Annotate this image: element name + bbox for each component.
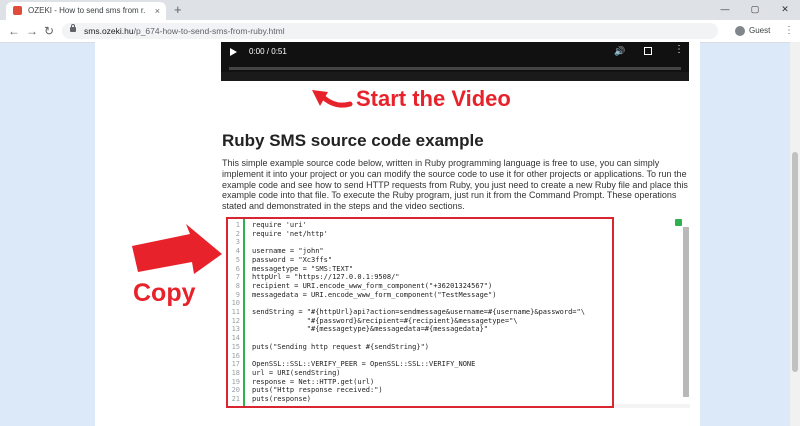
code-panel-edge <box>614 404 690 408</box>
code-line: httpUrl = "https://127.0.0.1:9508/" <box>252 273 400 282</box>
volume-icon[interactable]: 🔊 <box>614 46 625 57</box>
forward-button[interactable]: → <box>26 23 38 39</box>
browser-tab[interactable]: OZEKI - How to send sms from r... × <box>6 2 166 20</box>
code-line: username = "john" <box>252 247 324 256</box>
avatar-icon <box>735 26 745 36</box>
line-number: 13 <box>231 325 240 334</box>
address-bar[interactable]: sms.ozeki.hu/p_674-how-to-send-sms-from-… <box>62 23 718 39</box>
tab-close-icon[interactable]: × <box>155 2 160 20</box>
video-frame <box>221 72 689 81</box>
line-number: 8 <box>235 281 240 290</box>
video-player[interactable]: 0:00 / 0:51 🔊 ⋮ <box>221 42 689 81</box>
copy-arrow-icon <box>132 224 222 274</box>
code-line: require 'net/http' <box>252 229 328 238</box>
code-line: OpenSSL::SSL::VERIFY_PEER = OpenSSL::SSL… <box>252 360 476 369</box>
code-line: password = "Xc3ffs" <box>252 255 333 264</box>
code-line: puts("Http response received:") <box>252 386 383 395</box>
code-line: puts(response) <box>252 395 312 403</box>
play-icon[interactable] <box>230 48 237 56</box>
close-window-button[interactable]: ✕ <box>770 0 800 18</box>
page-scrollbar[interactable] <box>790 42 800 426</box>
line-number: 3 <box>235 238 240 247</box>
lock-icon <box>70 24 76 32</box>
start-video-arrow-icon <box>312 90 353 108</box>
url-text[interactable]: sms.ozeki.hu/p_674-how-to-send-sms-from-… <box>84 23 285 39</box>
code-line: messagedata = URI.encode_www_form_compon… <box>252 290 497 299</box>
line-number: 20 <box>231 386 240 395</box>
code-line: url = URI(sendString) <box>252 368 341 377</box>
line-number: 18 <box>231 368 240 377</box>
copy-label: Copy <box>133 279 196 307</box>
line-number: 1 <box>235 221 240 229</box>
line-number-gutter: 1 2 3 4 5 6 7 8 9 10 11 12 13 14 15 16 17 18 19 20 21 <box>228 219 245 406</box>
line-number: 14 <box>231 334 240 343</box>
browser-toolbar: ← → ↻ sms.ozeki.hu/p_674-how-to-send-sms… <box>0 20 800 43</box>
code-line: puts("Sending http request #{sendString}… <box>252 342 430 351</box>
line-number: 2 <box>235 229 240 238</box>
line-number: 17 <box>231 360 240 369</box>
line-number: 5 <box>235 255 240 264</box>
line-number: 15 <box>231 342 240 351</box>
code-line: "#{password}&recipient=#{recipient}&mess… <box>252 316 518 325</box>
back-button[interactable]: ← <box>8 23 20 39</box>
description-paragraph: This simple example source code below, w… <box>222 158 688 212</box>
code-line: response = Net::HTTP.get(url) <box>252 377 375 386</box>
profile-button[interactable]: Guest <box>735 23 777 39</box>
page-scroll-thumb[interactable] <box>792 152 798 372</box>
line-number: 10 <box>231 299 240 308</box>
ozeki-favicon-icon <box>13 6 22 15</box>
reload-button[interactable]: ↻ <box>44 23 54 39</box>
minimize-button[interactable]: — <box>710 0 740 18</box>
line-number: 11 <box>231 308 240 316</box>
more-options-icon[interactable]: ⋮ <box>674 45 684 55</box>
line-number: 6 <box>235 264 240 273</box>
line-number: 7 <box>235 273 240 282</box>
line-number: 9 <box>235 290 240 299</box>
code-line: sendString = "#{httpUrl}api?action=sendm… <box>252 308 585 316</box>
maximize-button[interactable]: ▢ <box>740 0 770 18</box>
line-number: 16 <box>231 351 240 360</box>
code-line: recipient = URI.encode_www_form_componen… <box>252 281 493 290</box>
tab-title: OZEKI - How to send sms from r... <box>28 6 146 15</box>
code-line: messagetype = "SMS:TEXT" <box>252 264 354 273</box>
line-number: 19 <box>231 377 240 386</box>
line-number: 12 <box>231 316 240 325</box>
profile-label: Guest <box>749 26 771 35</box>
code-block[interactable]: 1 2 3 4 5 6 7 8 9 10 11 12 13 14 15 16 17 18 19 20 21 requir… <box>226 217 614 408</box>
video-time: 0:00 / 0:51 <box>249 47 287 56</box>
video-progress-bar[interactable] <box>229 67 681 70</box>
new-tab-button[interactable]: + <box>174 1 182 19</box>
code-scrollbar[interactable] <box>683 227 689 397</box>
fullscreen-icon[interactable] <box>644 47 652 55</box>
code-line: require 'uri' <box>252 221 307 229</box>
code-line: "#{messagetype}&messagedata=#{messagedat… <box>252 325 489 334</box>
browser-menu-icon[interactable]: ⋮ <box>784 23 794 39</box>
copy-code-icon[interactable] <box>675 219 682 226</box>
browser-tab-bar: OZEKI - How to send sms from r... × + — … <box>0 0 800 20</box>
start-video-label: Start the Video <box>356 86 511 111</box>
line-number: 21 <box>231 395 240 403</box>
page-title: Ruby SMS source code example <box>222 131 484 150</box>
line-number: 4 <box>235 247 240 256</box>
